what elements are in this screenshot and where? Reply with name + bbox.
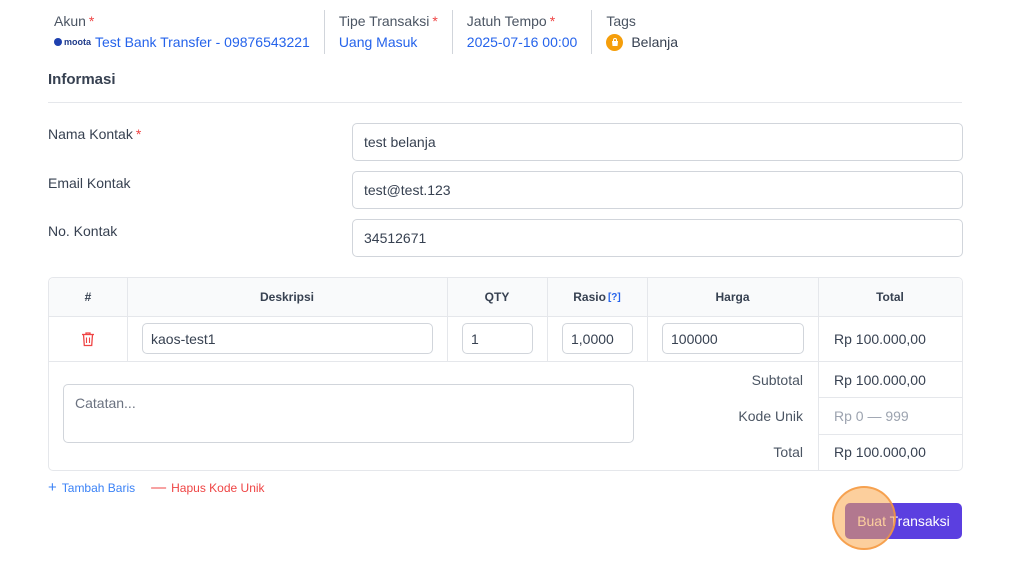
plus-icon: + [48, 479, 57, 496]
meta-account[interactable]: Akun * moota Test Bank Transfer - 0987654… [40, 10, 324, 54]
moota-logo: moota [54, 31, 91, 53]
account-label-text: Akun [54, 13, 86, 29]
column-header-description: Deskripsi [127, 278, 447, 317]
transaction-meta: Akun * moota Test Bank Transfer - 0987654… [40, 10, 692, 54]
description-input[interactable] [142, 323, 433, 354]
add-row-label: Tambah Baris [61, 481, 136, 495]
unique-code-label: Kode Unik [738, 408, 803, 424]
ratio-input[interactable] [562, 323, 633, 354]
table-actions: + Tambah Baris — Hapus Kode Unik [48, 479, 281, 496]
row-total: Rp 100.000,00 [834, 331, 926, 347]
account-value[interactable]: moota Test Bank Transfer - 09876543221 [54, 31, 310, 53]
column-header-ratio: Rasio [?] [547, 278, 647, 317]
ratio-help-link[interactable]: [?] [608, 292, 621, 303]
column-header-ratio-text: Rasio [573, 290, 606, 304]
minus-icon: — [151, 479, 167, 496]
contact-email-input[interactable] [352, 171, 963, 209]
remove-unique-code-link[interactable]: — Hapus Kode Unik [151, 479, 265, 496]
shopping-bag-icon [606, 33, 624, 51]
contact-name-input[interactable] [352, 123, 963, 161]
contact-phone-label: No. Kontak [48, 223, 118, 239]
due-date-value[interactable]: 2025-07-16 00:00 [467, 31, 578, 53]
transaction-type-label: Tipe Transaksi * [339, 11, 438, 31]
grand-total-label: Total [773, 444, 803, 460]
column-header-index: # [49, 278, 127, 317]
trash-icon[interactable] [81, 331, 95, 347]
row-divider [818, 434, 962, 435]
tag-belanja[interactable]: Belanja [606, 31, 678, 53]
column-divider [447, 278, 448, 361]
required-mark: * [432, 13, 438, 29]
contact-phone-input[interactable] [352, 219, 963, 257]
column-divider [818, 278, 819, 470]
transaction-type-value[interactable]: Uang Masuk [339, 31, 438, 53]
unique-code-input[interactable]: Rp 0 — 999 [834, 408, 909, 424]
column-header-total: Total [818, 278, 962, 317]
notes-input[interactable] [63, 384, 634, 443]
required-mark: * [88, 13, 95, 29]
section-title-informasi: Informasi [48, 71, 116, 88]
column-divider [547, 278, 548, 361]
required-mark: * [549, 13, 556, 29]
column-header-price: Harga [647, 278, 818, 317]
required-mark: * [135, 126, 142, 142]
due-date-label-text: Jatuh Tempo [466, 13, 547, 29]
remove-unique-code-label: Hapus Kode Unik [171, 481, 265, 495]
meta-tags[interactable]: Tags Belanja [591, 10, 692, 54]
tag-label: Belanja [631, 34, 679, 50]
account-value-text: Test Bank Transfer - 09876543221 [95, 34, 310, 50]
moota-logo-icon [54, 38, 62, 46]
grand-total-value: Rp 100.000,00 [834, 444, 926, 460]
meta-transaction-type[interactable]: Tipe Transaksi * Uang Masuk [323, 10, 452, 54]
row-divider [818, 397, 962, 398]
contact-name-label: Nama Kontak * [48, 126, 141, 142]
column-header-qty: QTY [447, 278, 547, 317]
price-input[interactable] [662, 323, 804, 354]
section-divider [48, 102, 962, 103]
subtotal-label: Subtotal [751, 372, 803, 388]
tags-label: Tags [606, 13, 636, 29]
column-divider [127, 278, 128, 361]
row-divider [49, 361, 962, 362]
meta-due-date[interactable]: Jatuh Tempo * 2025-07-16 00:00 [451, 10, 592, 54]
subtotal-value: Rp 100.000,00 [834, 372, 926, 388]
contact-name-label-text: Nama Kontak [48, 126, 133, 142]
transaction-type-label-text: Tipe Transaksi [338, 13, 430, 29]
add-row-link[interactable]: + Tambah Baris [48, 479, 136, 496]
account-label: Akun * [54, 11, 310, 31]
contact-email-label: Email Kontak [48, 175, 131, 191]
column-divider [647, 278, 648, 361]
items-table: # Deskripsi QTY Rasio[?] Harga Total Rp … [48, 277, 963, 471]
qty-input[interactable] [462, 323, 533, 354]
due-date-label: Jatuh Tempo * [467, 11, 578, 31]
moota-logo-text: moota [64, 37, 91, 47]
create-transaction-button[interactable]: Buat Transaksi [845, 503, 962, 539]
